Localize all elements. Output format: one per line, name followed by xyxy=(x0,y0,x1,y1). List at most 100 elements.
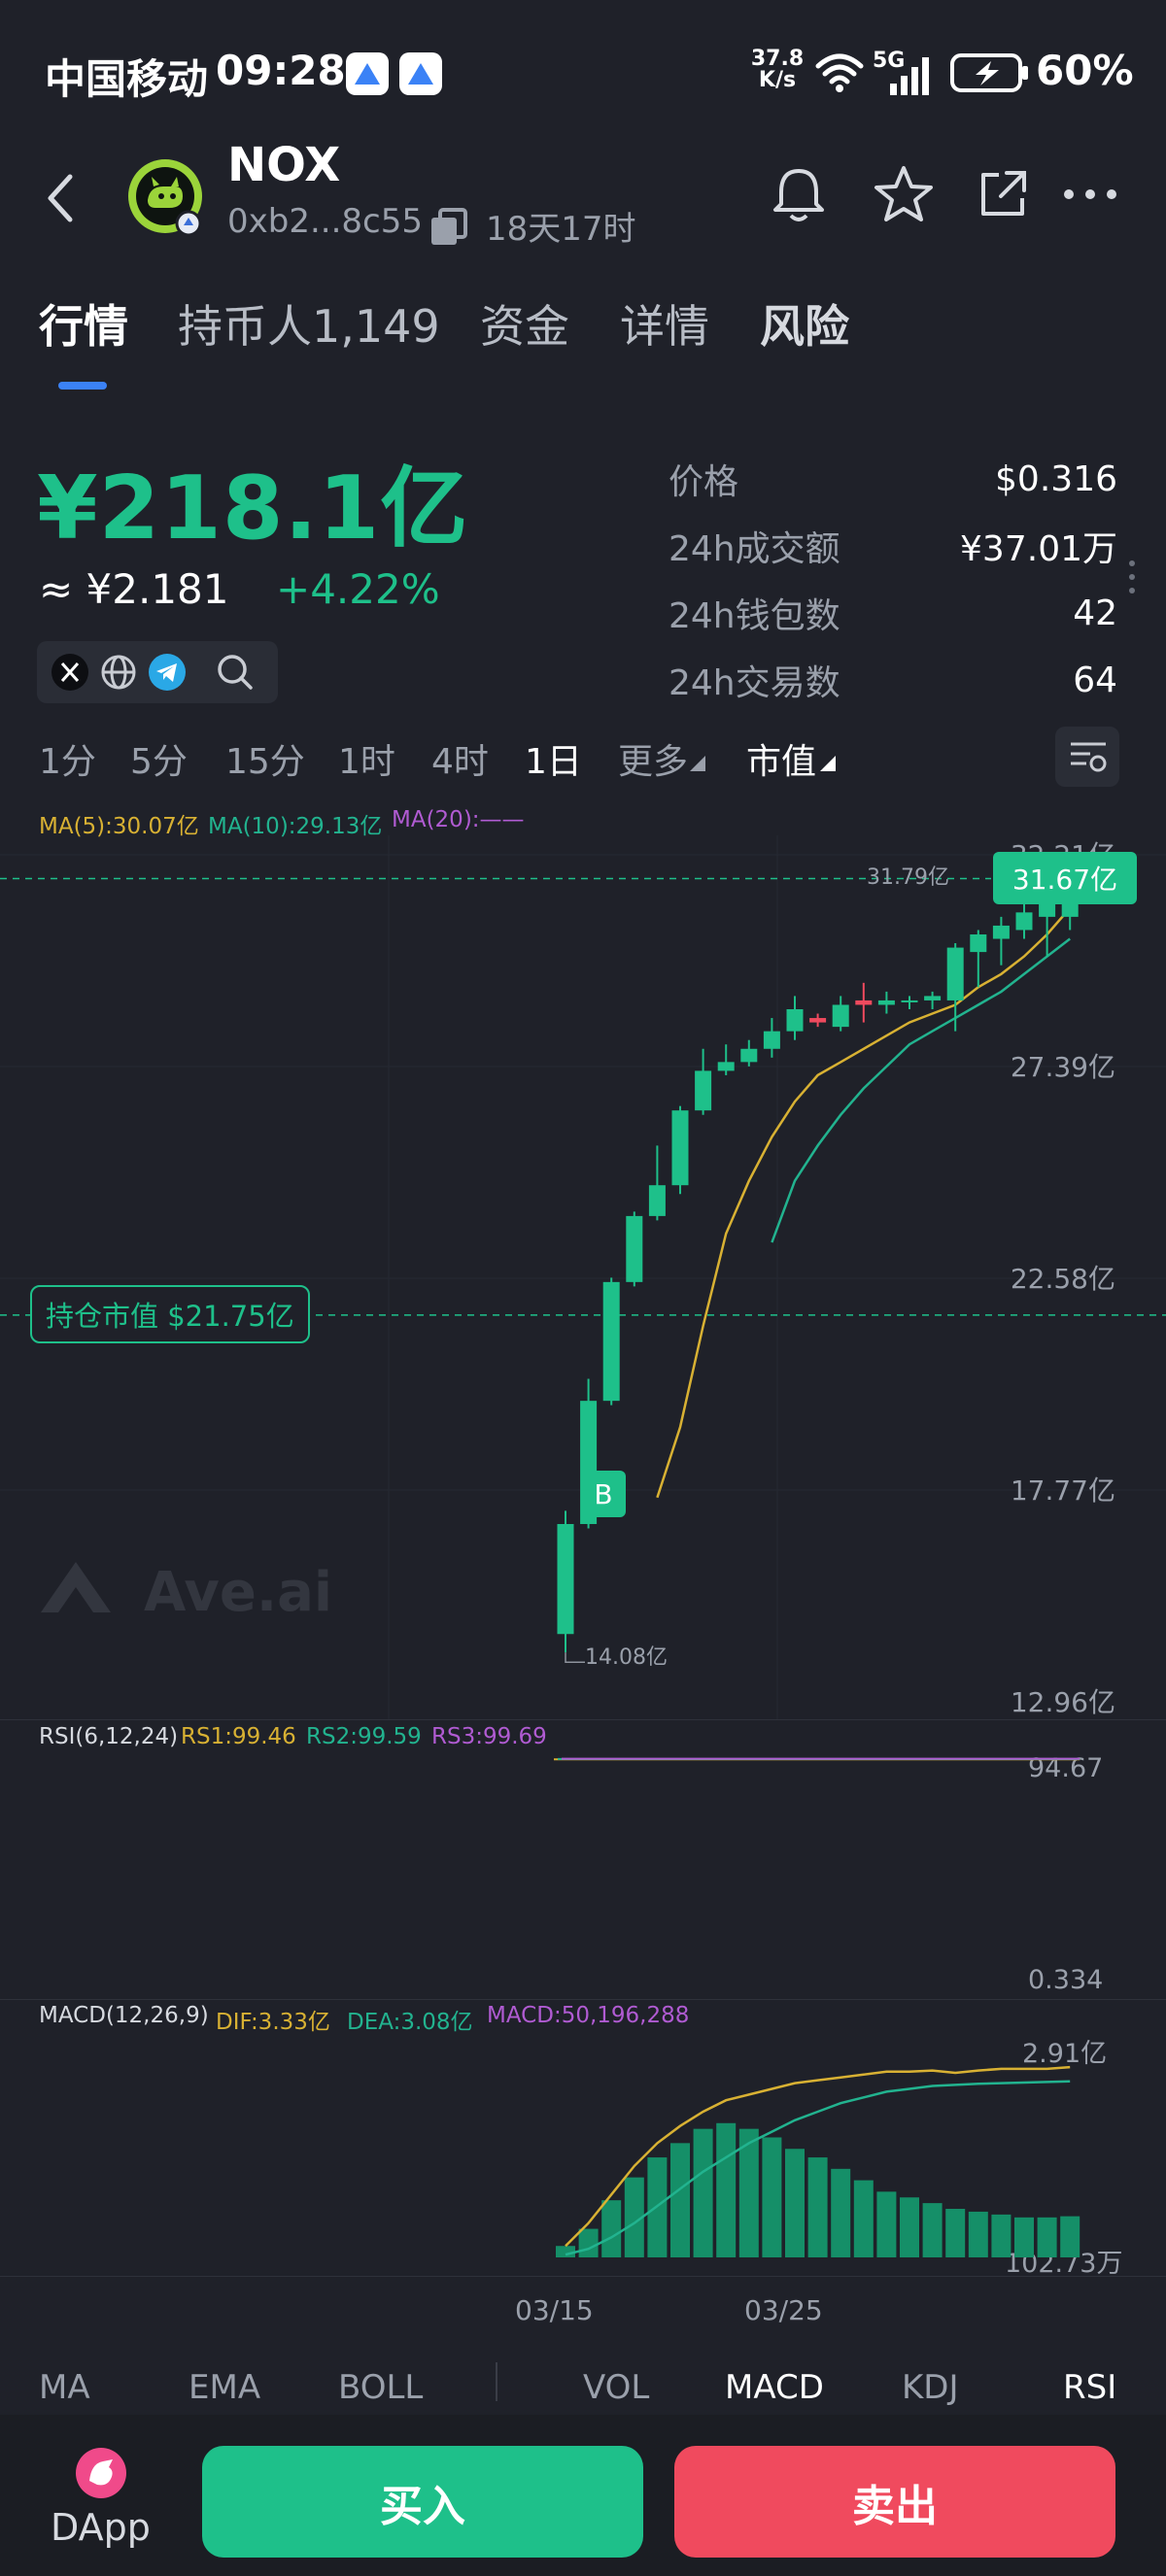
macd-chart xyxy=(556,2065,1080,2257)
stat-trades: 24h交易数 64 xyxy=(669,651,1117,709)
ind-ma[interactable]: MA xyxy=(39,2368,90,2407)
signal-icon xyxy=(890,57,929,95)
high-label: 31.79亿 xyxy=(867,865,949,890)
stat-price: 价格 $0.316 xyxy=(669,450,1117,508)
tf-1h[interactable]: 1时 xyxy=(338,733,395,784)
macd-histogram-bar xyxy=(876,2191,897,2257)
current-value-tag: 31.67亿 xyxy=(993,852,1137,904)
telegram-icon[interactable] xyxy=(148,653,187,692)
tab-funds[interactable]: 资金 xyxy=(480,291,569,356)
website-globe-icon[interactable] xyxy=(99,653,138,692)
active-tab-indicator xyxy=(58,382,107,390)
token-name: NOX xyxy=(227,138,341,192)
candle xyxy=(832,996,849,1032)
candle xyxy=(877,991,895,1014)
candle xyxy=(992,916,1010,966)
macd-histogram-bar xyxy=(785,2149,805,2257)
y-axis-label: 22.58亿 xyxy=(1011,1263,1115,1295)
watermark-text: Ave.ai xyxy=(144,1561,332,1624)
rsi-rs1: RS1:99.46 xyxy=(181,1724,296,1749)
macd-histogram-bar xyxy=(601,2200,622,2257)
x-axis-divider xyxy=(0,2276,1166,2277)
ind-boll[interactable]: BOLL xyxy=(338,2368,423,2407)
search-icon[interactable] xyxy=(214,651,257,694)
tab-details[interactable]: 详情 xyxy=(620,291,709,356)
net-speed: 37.8 K/s xyxy=(746,49,808,91)
ave-app-icon-2 xyxy=(399,52,442,95)
candle xyxy=(924,991,942,1009)
net-speed-unit: K/s xyxy=(758,68,797,92)
macd-histogram-bar xyxy=(991,2214,1012,2257)
tf-1m[interactable]: 1分 xyxy=(39,733,96,784)
copy-icon[interactable] xyxy=(428,206,470,249)
favorite-star-icon[interactable] xyxy=(869,159,939,229)
x-axis-label: 03/15 xyxy=(515,2294,594,2326)
candle xyxy=(648,1145,666,1221)
stat-value: $0.316 xyxy=(995,458,1117,499)
sell-button[interactable]: 卖出 xyxy=(674,2446,1115,2558)
macd-histogram-bar xyxy=(1060,2216,1080,2257)
x-twitter-icon[interactable] xyxy=(51,653,89,692)
candle xyxy=(626,1211,643,1287)
stat-value: ¥37.01万 xyxy=(960,529,1117,569)
candle xyxy=(786,996,804,1040)
stat-label: 价格 xyxy=(669,462,739,502)
ind-ema[interactable]: EMA xyxy=(189,2368,260,2407)
tf-4h[interactable]: 4时 xyxy=(431,733,489,784)
macd-histogram-bar xyxy=(900,2197,919,2257)
macd-histogram-bar xyxy=(968,2211,988,2257)
buy-button[interactable]: 买入 xyxy=(202,2446,643,2558)
candles xyxy=(557,873,1079,1653)
tf-more[interactable]: 更多 xyxy=(618,733,688,784)
stat-value: 42 xyxy=(1073,593,1117,633)
y-axis-label: 27.39亿 xyxy=(1011,1051,1115,1083)
ma10-line xyxy=(771,937,1071,1243)
tab-holders[interactable]: 持币人1,149 xyxy=(178,291,440,356)
macd-histogram-bar xyxy=(1014,2217,1034,2257)
mode-market-cap[interactable]: 市值 xyxy=(746,733,816,784)
market-cap-value: ¥218.1亿 xyxy=(37,458,469,559)
carrier-label: 中国移动 xyxy=(45,55,209,103)
buy-marker[interactable]: B xyxy=(581,1471,626,1517)
chart-settings-button[interactable] xyxy=(1055,727,1119,787)
stat-label: 24h成交额 xyxy=(669,529,840,569)
macd-histogram-bar xyxy=(807,2157,828,2257)
dapp-label: DApp xyxy=(51,2506,151,2549)
token-age: 18天17时 xyxy=(486,210,636,249)
tf-1d[interactable]: 1日 xyxy=(525,733,582,784)
candle xyxy=(855,982,873,1023)
tab-market[interactable]: 行情 xyxy=(39,291,128,356)
y-axis-label: 12.96亿 xyxy=(1011,1686,1115,1718)
stat-label: 24h钱包数 xyxy=(669,596,840,636)
indicator-tabs: MA EMA BOLL VOL MACD KDJ RSI xyxy=(0,2349,1166,2417)
ind-kdj[interactable]: KDJ xyxy=(902,2368,959,2407)
tf-5m[interactable]: 5分 xyxy=(130,733,188,784)
battery-icon xyxy=(950,53,1028,92)
candle xyxy=(695,1048,712,1115)
price-approx: ≈ ¥2.181 xyxy=(39,565,229,613)
macd-histogram-bar xyxy=(1037,2217,1057,2257)
more-menu-icon[interactable] xyxy=(1055,159,1125,229)
back-icon[interactable] xyxy=(41,171,80,225)
candle xyxy=(901,996,918,1009)
macd-histogram-bar xyxy=(831,2168,851,2257)
ind-rsi[interactable]: RSI xyxy=(1063,2368,1116,2407)
clock: 09:28 xyxy=(216,47,346,94)
low-marker-line xyxy=(565,1652,585,1664)
ind-macd[interactable]: MACD xyxy=(725,2368,824,2407)
stat-value: 64 xyxy=(1073,660,1117,700)
candle xyxy=(671,1105,689,1195)
stat-volume: 24h成交额 ¥37.01万 xyxy=(669,517,1117,575)
status-bar: 中国移动 09:28 37.8 K/s 5G 60% xyxy=(0,0,1166,146)
tab-risk[interactable]: 风险 xyxy=(760,291,849,356)
dapp-button[interactable]: DApp xyxy=(39,2446,165,2562)
stats-scroll-handle-icon[interactable] xyxy=(1125,558,1139,596)
candlestick-chart[interactable]: Ave.ai 32.21亿27.39亿22.58亿17.77亿12.96亿 xyxy=(0,835,1166,1719)
tf-15m[interactable]: 15分 xyxy=(225,733,305,784)
wifi-icon xyxy=(815,53,864,92)
share-icon[interactable] xyxy=(968,159,1038,229)
alert-bell-icon[interactable] xyxy=(764,159,834,229)
ind-vol[interactable]: VOL xyxy=(583,2368,649,2407)
dapp-icon xyxy=(76,2448,126,2498)
token-header: NOX 0xb2...8c55 18天17时 xyxy=(0,138,1166,253)
